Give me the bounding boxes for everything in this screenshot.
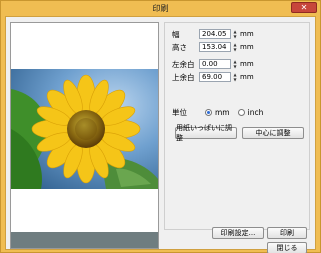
left-margin-label: 左余白	[172, 59, 195, 69]
left-margin-spinner[interactable]: ▲ ▼	[232, 59, 238, 69]
width-label: 幅	[172, 29, 180, 39]
preview-footer-bar	[11, 232, 158, 248]
width-spinner[interactable]: ▲ ▼	[232, 29, 238, 39]
close-window-button[interactable]: ✕	[291, 2, 317, 13]
top-margin-input[interactable]: 69.00	[199, 72, 231, 82]
height-input[interactable]: 153.04	[199, 42, 231, 52]
window-title: 印刷	[152, 3, 169, 13]
left-margin-input[interactable]: 0.00	[199, 59, 231, 69]
top-margin-label: 上余白	[172, 72, 195, 82]
fit-to-paper-button[interactable]: 用紙いっぱいに調整	[175, 124, 237, 142]
radio-inch[interactable]	[237, 108, 245, 116]
height-label: 高さ	[172, 42, 187, 52]
radio-mm-label[interactable]: mm	[215, 108, 230, 117]
unit-label: 単位	[172, 107, 187, 117]
settings-group: 幅 204.05 ▲ ▼ mm 高さ 153.04 ▲ ▼ mm 左余白 0.0…	[164, 22, 310, 230]
print-preview	[10, 22, 159, 249]
width-unit: mm	[240, 30, 254, 38]
radio-mm[interactable]	[205, 108, 212, 116]
top-margin-row: 上余白 69.00 ▲ ▼ mm	[172, 72, 254, 82]
dialog-body: 幅 204.05 ▲ ▼ mm 高さ 153.04 ▲ ▼ mm 左余白 0.0…	[5, 16, 316, 253]
height-spinner[interactable]: ▲ ▼	[232, 42, 238, 52]
close-icon: ✕	[300, 2, 308, 12]
print-button[interactable]: 印刷	[267, 227, 307, 239]
top-margin-spinner[interactable]: ▲ ▼	[232, 72, 238, 82]
title-bar[interactable]: 印刷 ✕	[1, 1, 320, 15]
height-unit: mm	[240, 43, 254, 51]
center-button[interactable]: 中心に調整	[242, 127, 304, 139]
left-margin-unit: mm	[240, 60, 254, 68]
height-row: 高さ 153.04 ▲ ▼ mm	[172, 42, 254, 52]
spin-down-icon[interactable]: ▼	[232, 64, 238, 69]
print-dialog: 印刷 ✕ 幅 204.05 ▲ ▼ mm 高さ 153.04 ▲ ▼ mm 左余…	[0, 0, 321, 253]
unit-selector: 単位 mm inch	[172, 107, 263, 117]
width-input[interactable]: 204.05	[199, 29, 231, 39]
width-row: 幅 204.05 ▲ ▼ mm	[172, 29, 254, 39]
left-margin-row: 左余白 0.00 ▲ ▼ mm	[172, 59, 254, 69]
spin-down-icon[interactable]: ▼	[232, 77, 238, 82]
sunflower-image	[11, 69, 158, 189]
close-button[interactable]: 閉じる	[267, 242, 307, 253]
spin-down-icon[interactable]: ▼	[232, 47, 238, 52]
top-margin-unit: mm	[240, 73, 254, 81]
sunflower-photo	[11, 69, 158, 189]
print-settings-button[interactable]: 印刷設定...	[212, 227, 264, 239]
settings-panel: 幅 204.05 ▲ ▼ mm 高さ 153.04 ▲ ▼ mm 左余白 0.0…	[164, 22, 310, 253]
radio-inch-label[interactable]: inch	[248, 108, 264, 117]
spin-down-icon[interactable]: ▼	[232, 34, 238, 39]
